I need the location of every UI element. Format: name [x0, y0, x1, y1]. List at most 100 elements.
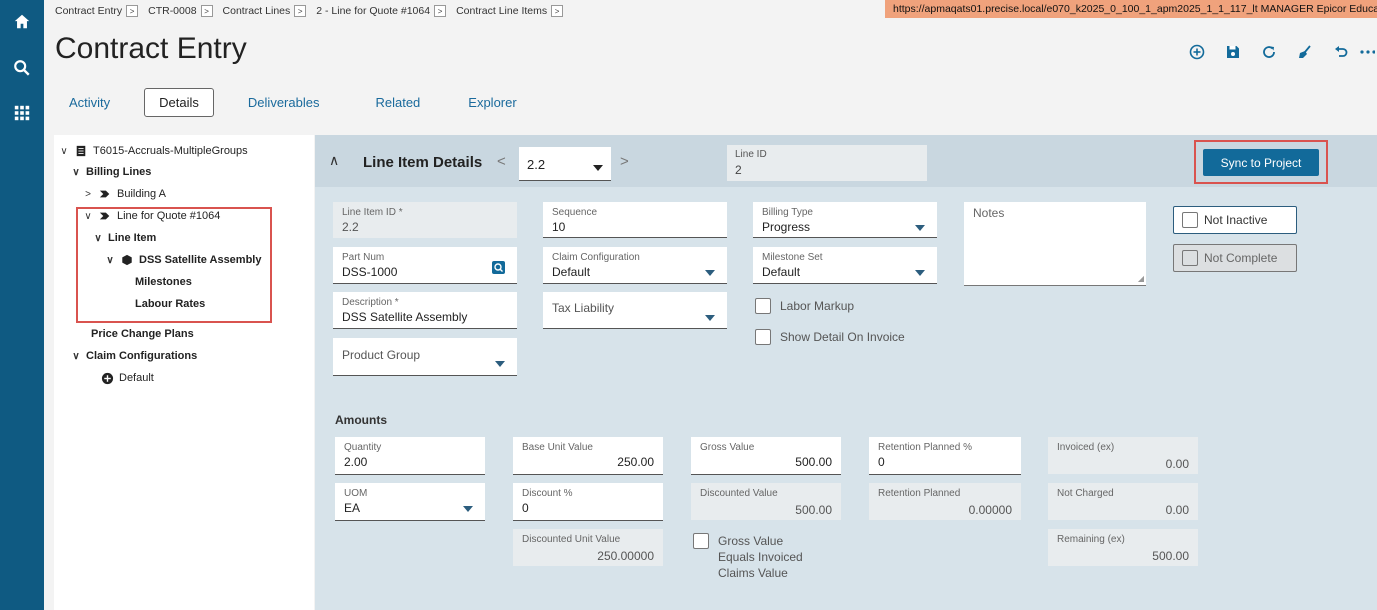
page-title: Contract Entry [55, 32, 247, 65]
tree-node-claim-configurations[interactable]: ∨ Claim Configurations [70, 347, 197, 365]
search-button[interactable] [0, 50, 44, 86]
field-label: Part Num [342, 252, 385, 263]
tree-node-root[interactable]: ∨ T6015-Accruals-MultipleGroups [58, 142, 247, 160]
more-button[interactable] [1359, 40, 1377, 64]
breadcrumb-item[interactable]: 2 - Line for Quote #1064 [316, 5, 430, 17]
base-unit-value-field[interactable]: Base Unit Value 250.00 [513, 437, 663, 475]
retention-planned-field: Retention Planned 0.00000 [869, 483, 1021, 520]
part-num-field[interactable]: Part Num DSS-1000 [333, 247, 517, 284]
tab-details[interactable]: Details [144, 87, 214, 117]
field-label: Gross Value [700, 442, 755, 453]
gross-value-field[interactable]: Gross Value 500.00 [691, 437, 841, 475]
breadcrumb-item[interactable]: Contract Entry [55, 5, 122, 17]
tax-liability-dropdown[interactable]: Tax Liability [543, 292, 727, 329]
tree-node-price-change-plans[interactable]: Price Change Plans [91, 325, 194, 343]
tree-label: Building A [117, 188, 166, 200]
dropdown-arrow-icon [915, 265, 925, 279]
breadcrumb-item[interactable]: Contract Line Items [456, 5, 547, 17]
panel-title: Line Item Details [363, 154, 483, 171]
field-label: Invoiced (ex) [1057, 442, 1115, 453]
field-value: 0 [878, 455, 885, 469]
dropdown-arrow-icon [495, 356, 505, 370]
broom-icon [1299, 45, 1311, 58]
chevron-down-icon[interactable]: ∨ [70, 351, 82, 362]
breadcrumb-chevron-icon[interactable]: > [126, 5, 139, 17]
labor-markup-checkbox[interactable]: Labor Markup [755, 298, 854, 314]
amounts-section-label: Amounts [335, 413, 387, 427]
apps-button[interactable] [0, 95, 44, 131]
panel-header: ∧ Line Item Details < 2.2 > Line ID 2 Sy… [315, 135, 1377, 187]
dropdown-arrow-icon [915, 220, 925, 234]
undo-button[interactable] [1323, 40, 1359, 64]
field-label: Tax Liability [552, 301, 615, 315]
tree-node-default[interactable]: Default [100, 369, 154, 387]
chevron-down-icon[interactable]: ∨ [58, 146, 70, 157]
claim-configuration-dropdown[interactable]: Claim Configuration Default [543, 247, 727, 284]
sequence-field[interactable]: Sequence 10 [543, 202, 727, 238]
checkbox[interactable] [1182, 212, 1198, 228]
more-dots-icon [1360, 50, 1375, 54]
line-id-field: Line ID 2 [727, 145, 927, 181]
checkbox[interactable] [755, 298, 771, 314]
line-item-id-field: Line Item ID * 2.2 [333, 202, 517, 238]
refresh-button[interactable] [1251, 40, 1287, 64]
field-value: EA [344, 501, 361, 515]
field-label: Line Item ID * [342, 207, 403, 218]
next-record-chevron-icon[interactable]: > [620, 153, 629, 170]
quantity-field[interactable]: Quantity 2.00 [335, 437, 485, 475]
milestone-set-dropdown[interactable]: Milestone Set Default [753, 247, 937, 284]
description-field[interactable]: Description * DSS Satellite Assembly [333, 292, 517, 329]
add-button[interactable] [1179, 40, 1215, 64]
chevron-down-icon[interactable]: ∨ [70, 167, 82, 178]
not-complete-toggle: Not Complete [1173, 244, 1297, 272]
field-value: 0.00 [1165, 503, 1189, 517]
line-item-selector[interactable]: 2.2 [519, 147, 611, 181]
retention-planned-pct-field[interactable]: Retention Planned % 0 [869, 437, 1021, 475]
field-value: 2.00 [344, 455, 368, 469]
gross-equals-invoiced-checkbox[interactable]: Gross Value Equals Invoiced Claims Value [693, 533, 818, 581]
collapse-chevron-up-icon[interactable]: ∧ [329, 152, 339, 169]
field-label: Milestone Set [762, 252, 823, 263]
previous-record-chevron-icon[interactable]: < [497, 153, 506, 170]
breadcrumb-chevron-icon[interactable]: > [294, 5, 307, 17]
checkbox[interactable] [693, 533, 709, 549]
tab-explorer[interactable]: Explorer [454, 89, 530, 116]
refresh-icon [1263, 46, 1275, 58]
tab-deliverables[interactable]: Deliverables [234, 89, 334, 116]
home-button[interactable] [0, 4, 44, 40]
line-id-label: Line ID [735, 149, 767, 160]
save-icon [1227, 46, 1239, 58]
checkbox-label: Gross Value Equals Invoiced Claims Value [718, 534, 803, 580]
breadcrumb-chevron-icon[interactable]: > [200, 5, 213, 17]
uom-dropdown[interactable]: UOM EA [335, 483, 485, 521]
tree-node-billing-lines[interactable]: ∨ Billing Lines [70, 163, 151, 181]
breadcrumb-item[interactable]: CTR-0008 [148, 5, 196, 17]
not-inactive-toggle[interactable]: Not Inactive [1173, 206, 1297, 234]
breadcrumb-chevron-icon[interactable]: > [551, 5, 564, 17]
line-id-value: 2 [735, 163, 742, 177]
breadcrumb-chevron-icon[interactable]: > [434, 5, 447, 17]
tree-node-building-a[interactable]: > Building A [82, 185, 166, 203]
billing-type-dropdown[interactable]: Billing Type Progress [753, 202, 937, 238]
field-value: 2.2 [342, 220, 359, 234]
discount-pct-field[interactable]: Discount % 0 [513, 483, 663, 521]
checkbox[interactable] [755, 329, 771, 345]
field-label: UOM [344, 488, 368, 499]
tab-related[interactable]: Related [361, 89, 434, 116]
clear-button[interactable] [1287, 40, 1323, 64]
save-button[interactable] [1215, 40, 1251, 64]
product-group-dropdown[interactable]: Product Group [333, 338, 517, 376]
tree-label: Default [119, 372, 154, 384]
sync-to-project-button[interactable]: Sync to Project [1203, 149, 1319, 176]
show-detail-on-invoice-checkbox[interactable]: Show Detail On Invoice [755, 329, 905, 345]
part-search-icon[interactable] [492, 261, 505, 277]
tab-activity[interactable]: Activity [55, 89, 124, 116]
contract-tree: ∨ T6015-Accruals-MultipleGroups ∨ Billin… [54, 135, 314, 610]
breadcrumb-item[interactable]: Contract Lines [223, 5, 291, 17]
checkbox-label: Show Detail On Invoice [780, 330, 905, 344]
notes-textarea[interactable]: Notes ◢ [964, 202, 1146, 286]
resize-handle-icon[interactable]: ◢ [1138, 274, 1144, 283]
field-value: Progress [762, 220, 811, 234]
chevron-right-icon[interactable]: > [82, 189, 94, 200]
field-value: Default [762, 265, 801, 279]
